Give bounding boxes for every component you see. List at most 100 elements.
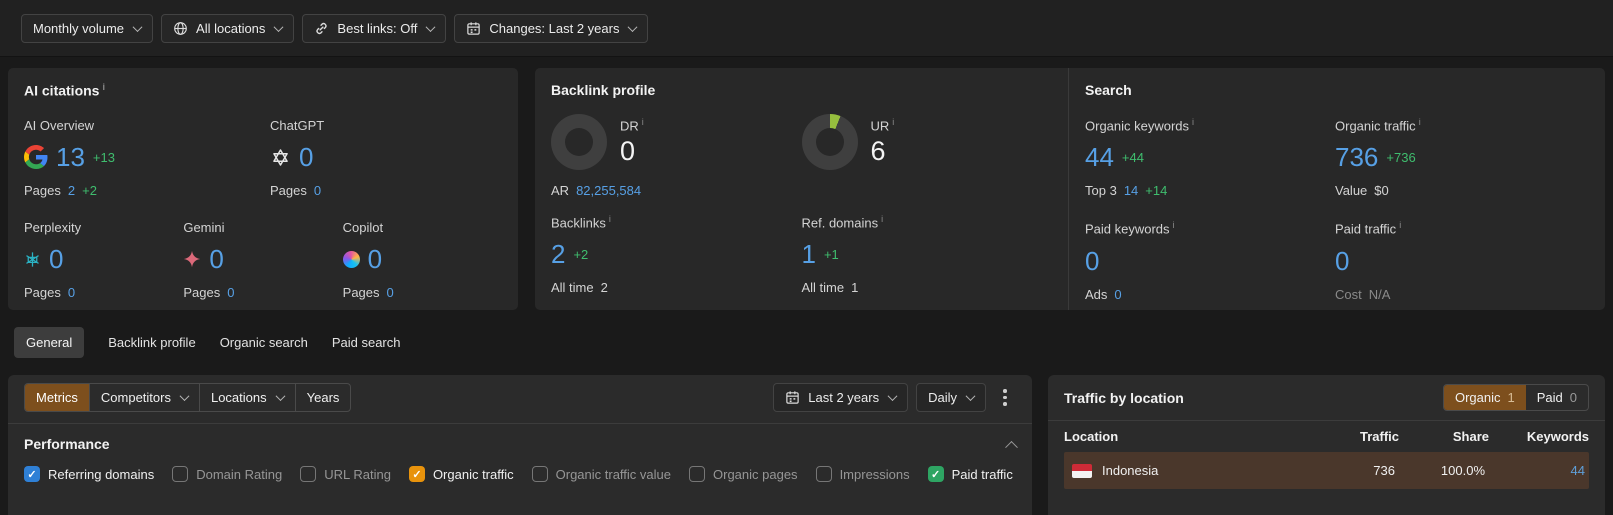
paid-traffic-label: Paid traffic <box>1335 222 1396 237</box>
pages-value[interactable]: 2 <box>68 183 75 198</box>
info-icon[interactable] <box>99 83 105 99</box>
segment-years[interactable]: Years <box>296 384 351 411</box>
tab-organic-search[interactable]: Organic search <box>220 327 308 358</box>
changes-dropdown[interactable]: Changes: Last 2 years <box>454 14 648 43</box>
alltime-value: 2 <box>601 280 608 295</box>
pages-value[interactable]: 0 <box>227 285 234 300</box>
checkbox-organic-traffic-value[interactable]: Organic traffic value <box>532 466 671 482</box>
paid-keywords-value[interactable]: 0 <box>1085 246 1099 277</box>
performance-title: Performance <box>24 436 110 452</box>
info-icon[interactable] <box>889 119 894 134</box>
checkbox-unchecked-icon <box>532 466 548 482</box>
pages-value[interactable]: 0 <box>314 183 321 198</box>
ads-value[interactable]: 0 <box>1114 287 1121 302</box>
top3-value[interactable]: 14 <box>1124 183 1138 198</box>
info-icon[interactable] <box>1170 222 1175 237</box>
pages-value[interactable]: 0 <box>387 285 394 300</box>
calendar-icon <box>785 390 800 405</box>
tab-backlink-profile[interactable]: Backlink profile <box>108 327 195 358</box>
chatgpt-icon <box>270 147 291 168</box>
toggle-organic[interactable]: Organic 1 <box>1444 385 1526 410</box>
checkbox-impressions[interactable]: Impressions <box>816 466 910 482</box>
keywords-value[interactable]: 44 <box>1485 463 1585 478</box>
chevron-down-icon <box>274 22 284 32</box>
more-options-kebab-icon[interactable] <box>994 384 1016 412</box>
segment-competitors[interactable]: Competitors <box>90 384 200 411</box>
traffic-by-location-title: Traffic by location <box>1064 390 1184 406</box>
checkbox-label: URL Rating <box>324 467 391 482</box>
checkbox-organic-traffic[interactable]: Organic traffic <box>409 466 514 482</box>
checkbox-unchecked-icon <box>300 466 316 482</box>
checkbox-paid-traffic[interactable]: Paid traffic <box>928 466 1013 482</box>
pages-delta: +2 <box>82 183 97 198</box>
backlinks-delta: +2 <box>573 247 588 262</box>
backlinks-value[interactable]: 2 <box>551 239 565 270</box>
top3-label: Top 3 <box>1085 183 1117 198</box>
backlinks-block: Backlinks 2 +2 All time 2 <box>551 214 802 295</box>
info-icon[interactable] <box>606 215 611 230</box>
checkbox-domain-rating[interactable]: Domain Rating <box>172 466 282 482</box>
checkbox-label: Referring domains <box>48 467 154 482</box>
info-icon[interactable] <box>1396 222 1401 237</box>
organic-keywords-value[interactable]: 44 <box>1085 142 1114 173</box>
date-range-label: Last 2 years <box>808 390 879 405</box>
pages-value[interactable]: 0 <box>68 285 75 300</box>
paid-keywords-block: Paid keywords 0 Ads 0 <box>1085 220 1335 301</box>
toggle-paid[interactable]: Paid 0 <box>1526 385 1588 410</box>
backlink-profile-title: Backlink profile <box>551 82 1052 98</box>
checkbox-unchecked-icon <box>172 466 188 482</box>
info-icon[interactable] <box>639 119 644 134</box>
checkbox-referring-domains[interactable]: Referring domains <box>24 466 154 482</box>
best-links-dropdown[interactable]: Best links: Off <box>302 14 446 43</box>
organic-keywords-block: Organic keywords 44 +44 Top 3 14 +14 <box>1085 117 1335 198</box>
dr-block: DR 0 AR 82,255,584 <box>551 114 802 198</box>
toggle-organic-count: 1 <box>1508 390 1515 405</box>
toggle-paid-count: 0 <box>1570 390 1577 405</box>
tab-general[interactable]: General <box>14 327 84 358</box>
segment-locations[interactable]: Locations <box>200 384 296 411</box>
tab-paid-search-label: Paid search <box>332 335 401 350</box>
paid-traffic-value[interactable]: 0 <box>1335 246 1349 277</box>
info-icon[interactable] <box>1416 118 1421 133</box>
perplexity-icon <box>24 251 41 268</box>
organic-traffic-label: Organic traffic <box>1335 118 1416 133</box>
monthly-volume-label: Monthly volume <box>33 21 124 36</box>
copilot-value: 0 <box>368 244 382 275</box>
all-locations-dropdown[interactable]: All locations <box>161 14 294 43</box>
cost-value: N/A <box>1369 287 1391 302</box>
changes-label: Changes: Last 2 years <box>489 21 619 36</box>
ref-domains-value[interactable]: 1 <box>802 239 816 270</box>
section-tabs: General Backlink profile Organic search … <box>14 327 401 358</box>
organic-keywords-label: Organic keywords <box>1085 118 1189 133</box>
ai-overview-value: 13 <box>56 142 85 173</box>
metrics-segmented-control: Metrics Competitors Locations Years <box>24 383 351 412</box>
performance-panel: Metrics Competitors Locations Years Last… <box>8 375 1032 515</box>
chevron-down-icon <box>133 22 143 32</box>
ref-domains-block: Ref. domains 1 +1 All time 1 <box>802 214 1053 295</box>
ai-overview-delta: +13 <box>93 150 115 165</box>
ai-stat-perplexity: Perplexity 0 Pages 0 <box>24 220 183 300</box>
ar-value[interactable]: 82,255,584 <box>576 183 641 198</box>
dr-gauge <box>551 114 607 170</box>
segment-metrics[interactable]: Metrics <box>25 384 90 411</box>
globe-icon <box>173 21 188 36</box>
date-range-dropdown[interactable]: Last 2 years <box>773 383 908 412</box>
checkbox-url-rating[interactable]: URL Rating <box>300 466 391 482</box>
checkbox-unchecked-icon <box>689 466 705 482</box>
info-icon[interactable] <box>878 215 883 230</box>
collapse-chevron-up-icon[interactable] <box>1005 440 1018 453</box>
column-traffic: Traffic <box>1319 429 1399 444</box>
granularity-dropdown[interactable]: Daily <box>916 383 986 412</box>
link-icon <box>314 21 329 36</box>
organic-traffic-value[interactable]: 736 <box>1335 142 1378 173</box>
ai-overview-label: AI Overview <box>24 118 270 133</box>
tab-paid-search[interactable]: Paid search <box>332 327 401 358</box>
overview-stats: AI citations AI Overview 13 +13 Pages 2 … <box>8 68 1605 310</box>
monthly-volume-dropdown[interactable]: Monthly volume <box>21 14 153 43</box>
table-row[interactable]: Indonesia 736 100.0% 44 <box>1064 452 1589 489</box>
checkbox-organic-pages[interactable]: Organic pages <box>689 466 798 482</box>
checkbox-label: Domain Rating <box>196 467 282 482</box>
column-share: Share <box>1399 429 1489 444</box>
info-icon[interactable] <box>1189 118 1194 133</box>
backlink-search-card: Backlink profile DR 0 AR 82,255,584 <box>535 68 1605 310</box>
